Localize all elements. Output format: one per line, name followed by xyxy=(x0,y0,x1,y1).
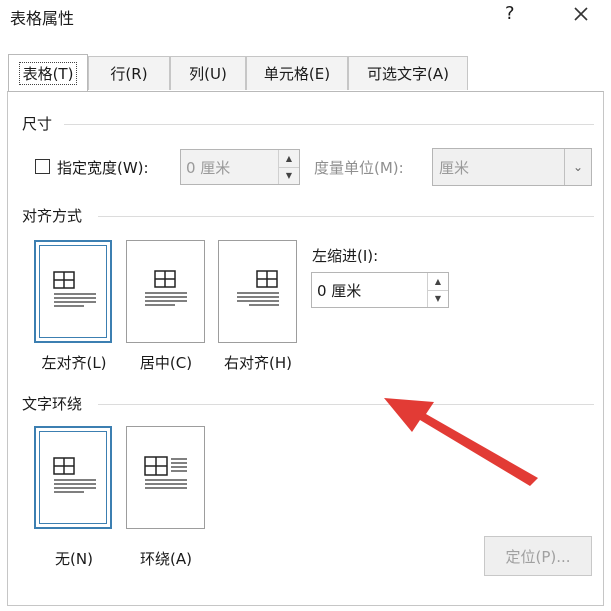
width-down-icon[interactable]: ▼ xyxy=(279,166,299,185)
width-up-icon[interactable]: ▲ xyxy=(279,150,299,167)
indent-value: 0 厘米 xyxy=(317,281,362,300)
align-left-icon xyxy=(53,271,96,307)
wrap-section-title: 文字环绕 xyxy=(22,395,83,413)
tab-cell-label: 单元格(E) xyxy=(263,65,331,83)
tab-cell[interactable]: 单元格(E) xyxy=(246,56,348,90)
tab-alt-text[interactable]: 可选文字(A) xyxy=(348,56,468,90)
tab-table[interactable]: 表格(T) xyxy=(8,54,88,91)
specify-width-checkbox[interactable] xyxy=(35,159,50,174)
wrap-around-label: 环绕(A) xyxy=(140,550,192,568)
indent-stepper[interactable]: 0 厘米 ▲ ▼ xyxy=(311,272,449,308)
width-stepper[interactable]: 0 厘米 ▲ ▼ xyxy=(180,149,300,185)
wrap-none-button[interactable] xyxy=(34,426,112,529)
tab-row[interactable]: 行(R) xyxy=(88,56,170,90)
position-button[interactable]: 定位(P)... xyxy=(484,536,592,576)
close-icon[interactable] xyxy=(566,2,596,28)
size-divider xyxy=(64,124,594,125)
align-right-button[interactable] xyxy=(218,240,297,343)
wrap-around-icon xyxy=(144,456,187,489)
alignment-divider xyxy=(98,216,594,217)
specify-width-label: 指定宽度(W): xyxy=(57,159,149,177)
unit-value: 厘米 xyxy=(439,158,470,177)
dialog-title: 表格属性 xyxy=(10,9,75,28)
wrap-none-label: 无(N) xyxy=(55,550,93,568)
chevron-down-icon: ⌄ xyxy=(564,149,591,185)
align-center-icon xyxy=(145,270,187,306)
wrap-around-button[interactable] xyxy=(126,426,205,529)
align-left-button[interactable] xyxy=(34,240,112,343)
unit-label: 度量单位(M): xyxy=(314,159,404,177)
align-center-label: 居中(C) xyxy=(139,354,193,372)
red-arrow-icon xyxy=(384,398,538,486)
alignment-section-title: 对齐方式 xyxy=(22,207,83,225)
tab-column-label: 列(U) xyxy=(189,65,227,83)
tab-bar: 表格(T) 行(R) 列(U) 单元格(E) 可选文字(A) xyxy=(0,54,611,92)
tab-column[interactable]: 列(U) xyxy=(170,56,246,90)
align-center-button[interactable] xyxy=(126,240,205,343)
close-x-glyph xyxy=(574,7,588,21)
width-value: 0 厘米 xyxy=(186,158,231,177)
wrap-none-icon xyxy=(53,457,96,493)
indent-up-icon[interactable]: ▲ xyxy=(428,273,448,290)
indent-down-icon[interactable]: ▼ xyxy=(428,289,448,308)
align-left-label: 左对齐(L) xyxy=(41,354,107,372)
tab-alt-text-label: 可选文字(A) xyxy=(367,65,449,83)
unit-select[interactable]: 厘米 ⌄ xyxy=(432,148,592,186)
tab-table-label: 表格(T) xyxy=(18,61,78,85)
size-section-title: 尺寸 xyxy=(22,115,53,133)
indent-label: 左缩进(I): xyxy=(312,247,379,265)
tab-row-label: 行(R) xyxy=(110,65,148,83)
help-icon[interactable]: ? xyxy=(505,3,515,24)
align-right-label: 右对齐(H) xyxy=(224,354,292,372)
align-right-icon xyxy=(237,270,279,306)
